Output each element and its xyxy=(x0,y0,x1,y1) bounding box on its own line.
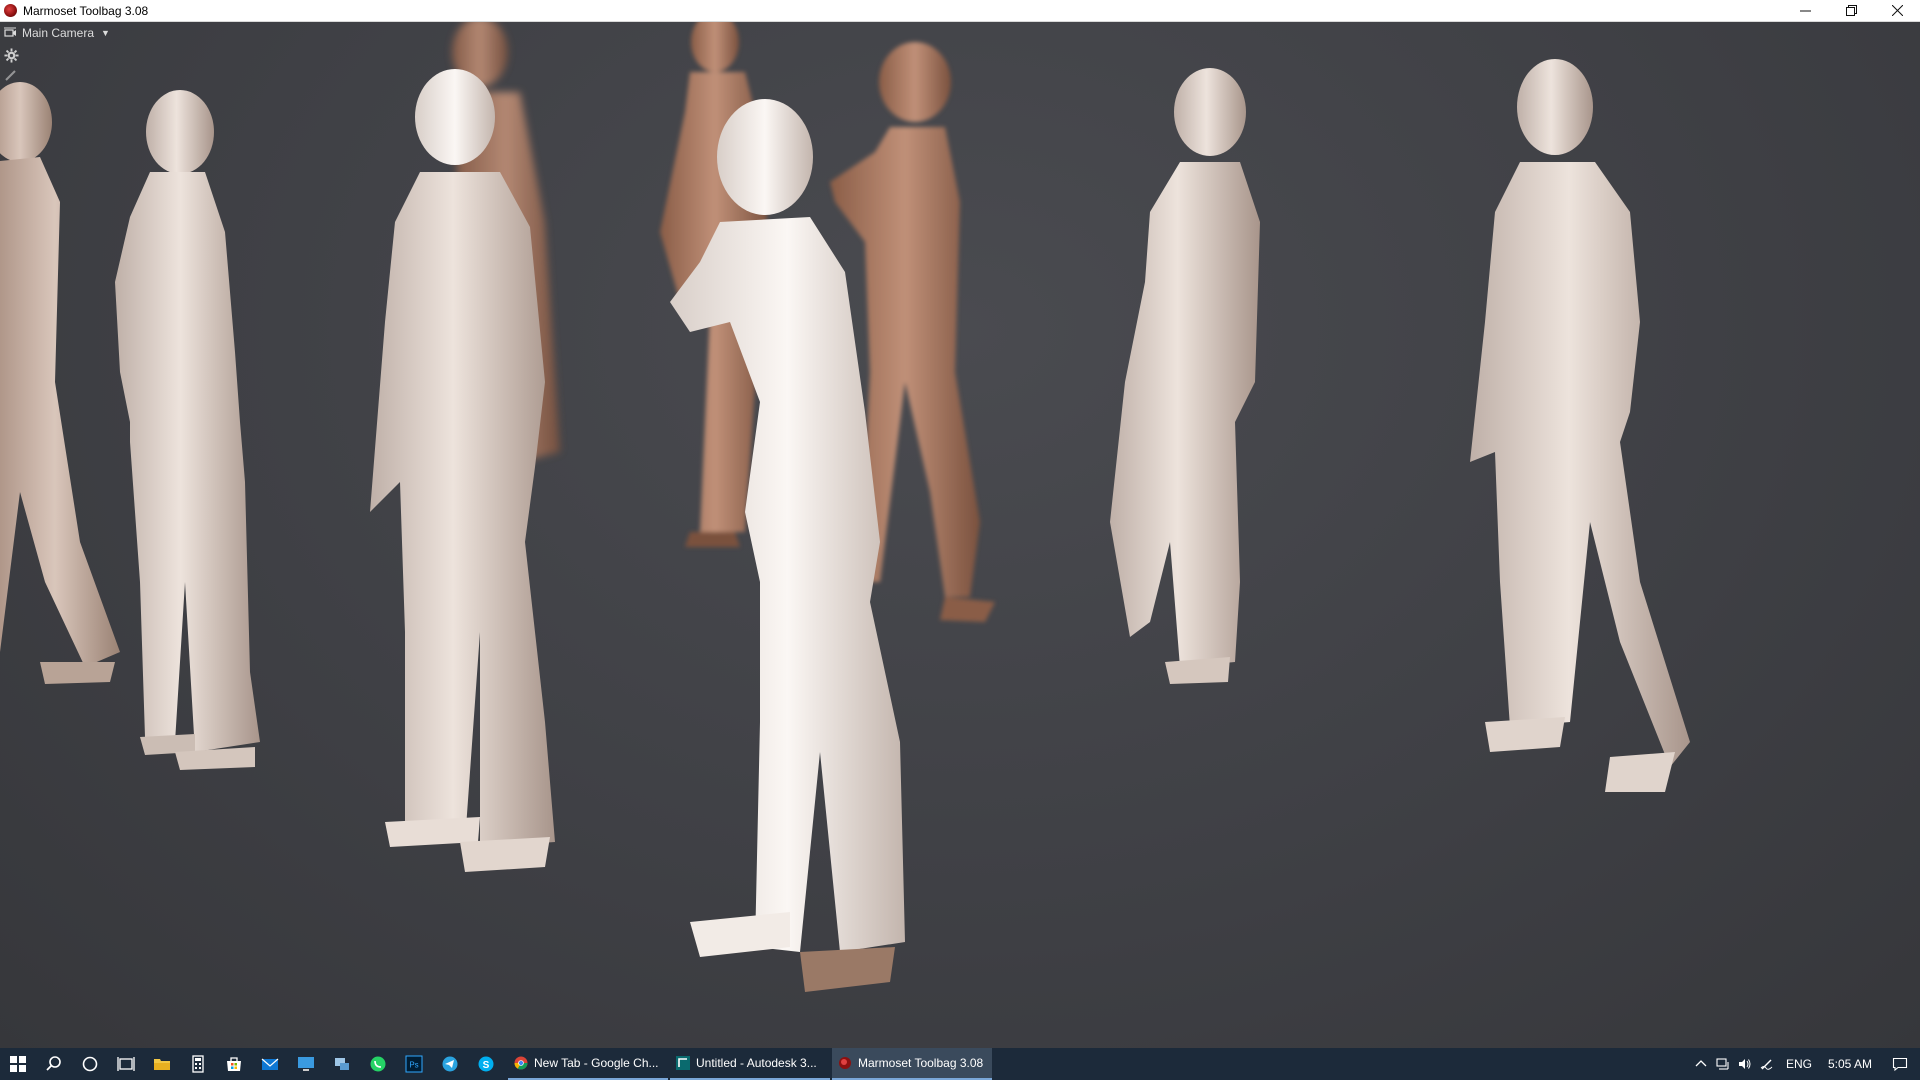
taskbar-app-label: Marmoset Toolbag 3.08 xyxy=(858,1056,984,1070)
speaker-icon xyxy=(1738,1059,1751,1069)
taskbar-app-3dsmax[interactable]: Untitled - Autodesk 3... xyxy=(670,1048,830,1080)
3dsmax-icon xyxy=(676,1056,690,1070)
close-button[interactable] xyxy=(1874,0,1920,22)
store-button[interactable] xyxy=(216,1048,252,1080)
window-controls xyxy=(1782,0,1920,22)
mail-icon xyxy=(261,1058,279,1070)
input-language[interactable]: ENG xyxy=(1778,1057,1820,1071)
file-explorer-button[interactable] xyxy=(144,1048,180,1080)
marmoset-icon xyxy=(839,1057,851,1069)
title-bar: Marmoset Toolbag 3.08 xyxy=(0,0,1920,22)
telegram-button[interactable] xyxy=(432,1048,468,1080)
camera-icon xyxy=(4,27,16,37)
camera-selector[interactable]: Main Camera ▼ xyxy=(4,26,110,40)
network-icon xyxy=(335,1058,349,1070)
minimize-icon xyxy=(1799,10,1811,12)
action-center-button[interactable] xyxy=(1880,1048,1920,1080)
task-view-button[interactable] xyxy=(108,1048,144,1080)
cortana-icon xyxy=(82,1056,98,1072)
figure-left-edge xyxy=(0,82,120,684)
taskbar-app-label: Untitled - Autodesk 3... xyxy=(696,1056,817,1070)
photoshop-icon: Ps xyxy=(405,1055,423,1073)
telegram-icon xyxy=(442,1056,458,1072)
notification-icon xyxy=(1892,1057,1908,1072)
windows-taskbar: Ps S New Tab - Google Ch... Untitled - A… xyxy=(0,1048,1920,1080)
network-button[interactable] xyxy=(324,1048,360,1080)
pen-icon xyxy=(1760,1059,1773,1070)
show-hidden-icons-button[interactable] xyxy=(1690,1048,1712,1080)
volume-button[interactable] xyxy=(1734,1048,1756,1080)
figure-2 xyxy=(115,90,260,770)
file-explorer-icon xyxy=(154,1059,170,1070)
chevron-down-icon: ▼ xyxy=(101,28,110,38)
cortana-button[interactable] xyxy=(72,1048,108,1080)
computer-icon xyxy=(298,1057,314,1071)
gear-icon[interactable] xyxy=(4,48,19,63)
svg-text:S: S xyxy=(483,1060,490,1071)
search-button[interactable] xyxy=(36,1048,72,1080)
photoshop-button[interactable]: Ps xyxy=(396,1048,432,1080)
minimize-button[interactable] xyxy=(1782,0,1828,22)
search-icon xyxy=(46,1056,61,1071)
window-title: Marmoset Toolbag 3.08 xyxy=(23,3,149,18)
taskbar-app-marmoset[interactable]: Marmoset Toolbag 3.08 xyxy=(832,1048,992,1080)
task-view-icon xyxy=(117,1057,135,1071)
system-tray: ENG 5:05 AM xyxy=(1690,1048,1920,1080)
restore-button[interactable] xyxy=(1828,0,1874,22)
calculator-icon xyxy=(192,1055,204,1073)
taskbar-app-chrome[interactable]: New Tab - Google Ch... xyxy=(508,1048,668,1080)
scene-render xyxy=(0,22,1690,992)
windows-start-button[interactable] xyxy=(0,1048,36,1080)
chrome-icon xyxy=(514,1056,528,1070)
taskbar-app-label: New Tab - Google Ch... xyxy=(534,1056,659,1070)
skype-button[interactable]: S xyxy=(468,1048,504,1080)
whatsapp-button[interactable] xyxy=(360,1048,396,1080)
chevron-up-icon xyxy=(1695,1060,1707,1067)
skype-icon: S xyxy=(478,1056,494,1072)
pencil-icon[interactable] xyxy=(4,69,17,82)
mail-button[interactable] xyxy=(252,1048,288,1080)
close-icon xyxy=(1891,5,1903,16)
3d-viewport[interactable]: Main Camera ▼ xyxy=(0,22,1920,1048)
clock[interactable]: 5:05 AM xyxy=(1820,1057,1880,1071)
store-icon xyxy=(227,1057,241,1071)
network-tray-button[interactable] xyxy=(1712,1048,1734,1080)
figure-right-middle xyxy=(1110,68,1260,684)
whatsapp-icon xyxy=(370,1056,386,1072)
marmoset-app-icon xyxy=(4,4,17,17)
figure-far-right xyxy=(1470,59,1690,792)
computer-button[interactable] xyxy=(288,1048,324,1080)
windows-start-icon xyxy=(10,1056,26,1072)
camera-label: Main Camera xyxy=(22,26,95,40)
svg-text:Ps: Ps xyxy=(409,1061,418,1070)
restore-icon xyxy=(1845,5,1857,16)
network-status-icon xyxy=(1716,1058,1729,1070)
pen-workspace-button[interactable] xyxy=(1756,1048,1778,1080)
calculator-button[interactable] xyxy=(180,1048,216,1080)
